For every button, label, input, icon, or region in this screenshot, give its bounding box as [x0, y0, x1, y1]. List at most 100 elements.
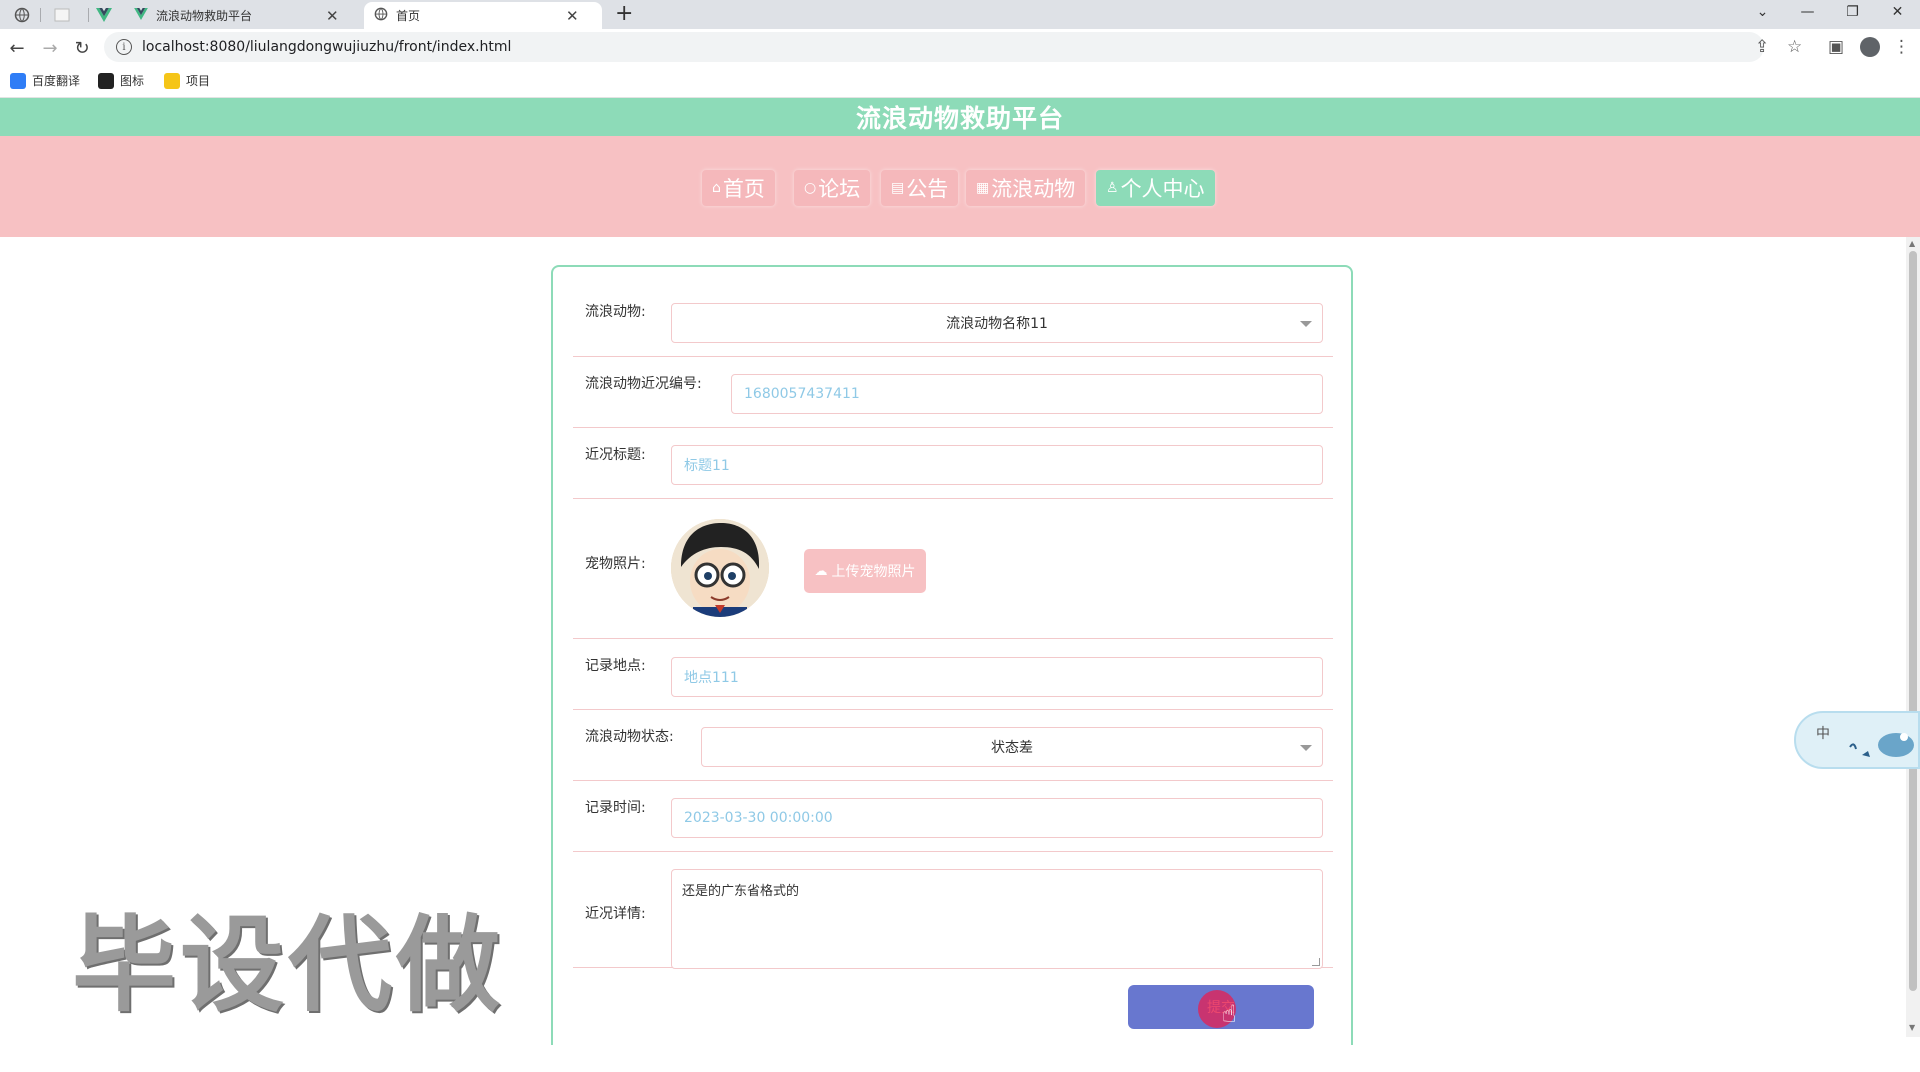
- bookmark-icons[interactable]: 图标: [98, 72, 144, 89]
- form-row-location: 记录地点: 地点111: [573, 639, 1333, 710]
- address-url: localhost:8080/liulangdongwujiuzhu/front…: [142, 39, 512, 55]
- bookmark-projects[interactable]: 项目: [164, 72, 210, 89]
- browser-toolbar: ← → ↻ i localhost:8080/liulangdongwujiuz…: [0, 29, 1920, 66]
- scroll-down-icon[interactable]: ▼: [1909, 1023, 1915, 1032]
- bookmarks-bar: 百度翻译 图标 项目: [0, 66, 1920, 98]
- form-row-time: 记录时间: 2023-03-30 00:00:00: [573, 781, 1333, 852]
- time-label: 记录时间:: [585, 800, 646, 816]
- scroll-thumb[interactable]: [1909, 251, 1917, 991]
- site-header: 流浪动物救助平台: [0, 98, 1920, 136]
- site-title: 流浪动物救助平台: [855, 104, 1064, 133]
- bookmark-label: 项目: [186, 74, 211, 88]
- menu-dots-icon[interactable]: ⋮: [1893, 37, 1910, 57]
- side-panel-icon[interactable]: ▣: [1828, 37, 1844, 57]
- form-row-title: 近况标题: 标题11: [573, 428, 1333, 499]
- vue-logo-icon: [134, 8, 148, 23]
- nav-label: 流浪动物: [991, 177, 1076, 201]
- vue-logo-icon[interactable]: [90, 4, 118, 26]
- profile-avatar[interactable]: [1860, 37, 1880, 57]
- nav-home[interactable]: ⌂ 首页: [702, 170, 775, 206]
- time-value: 2023-03-30 00:00:00: [684, 810, 833, 826]
- tab-search-icon[interactable]: ⌄: [1740, 0, 1785, 24]
- image-icon: [98, 72, 114, 89]
- status-select[interactable]: 状态差: [701, 727, 1323, 767]
- location-value: 地点111: [684, 670, 739, 686]
- reload-icon[interactable]: ↻: [69, 35, 95, 61]
- tab-title: 首页: [396, 9, 421, 23]
- back-icon[interactable]: ←: [4, 35, 30, 61]
- animal-select-value: 流浪动物名称11: [946, 316, 1048, 332]
- main-nav: ⌂ 首页 ○ 论坛 ▤ 公告 ▦ 流浪动物 ♙ 个人中心: [0, 136, 1920, 237]
- nav-notice[interactable]: ▤ 公告: [881, 170, 959, 206]
- location-input[interactable]: 地点111: [671, 657, 1323, 697]
- ime-mascot-icon: [1849, 733, 1914, 757]
- watermark-text: 毕设代做: [72, 904, 505, 1026]
- pet-photo: [671, 519, 769, 617]
- detail-label: 近况详情:: [585, 906, 646, 922]
- time-input[interactable]: 2023-03-30 00:00:00: [671, 798, 1323, 838]
- home-icon: ⌂: [712, 180, 721, 196]
- nav-label: 首页: [722, 177, 765, 201]
- folder-icon: [164, 72, 180, 89]
- nav-personal-center[interactable]: ♙ 个人中心: [1096, 170, 1215, 206]
- title-input[interactable]: 标题11: [671, 445, 1323, 485]
- code-value: 1680057437411: [744, 386, 860, 402]
- close-icon[interactable]: ✕: [326, 7, 339, 25]
- title-value: 标题11: [684, 458, 730, 474]
- title-label: 近况标题:: [585, 447, 646, 463]
- globe-icon: [374, 7, 388, 24]
- form-row-detail: 近况详情: 还是的广东省格式的: [573, 852, 1333, 969]
- form-row-code: 流浪动物近况编号: 1680057437411: [573, 357, 1333, 428]
- form-row-status: 流浪动物状态: 状态差: [573, 710, 1333, 781]
- hand-cursor-icon: ☝: [1222, 1000, 1237, 1028]
- minimize-icon[interactable]: —: [1785, 0, 1830, 24]
- animal-select[interactable]: 流浪动物名称11: [671, 303, 1323, 343]
- nav-stray-animals[interactable]: ▦ 流浪动物: [966, 170, 1086, 206]
- animal-label: 流浪动物:: [585, 304, 646, 320]
- detail-textarea[interactable]: 还是的广东省格式的: [671, 869, 1323, 969]
- close-icon[interactable]: ✕: [566, 7, 579, 25]
- translate-icon: [10, 72, 26, 89]
- location-label: 记录地点:: [585, 658, 646, 674]
- tab-home[interactable]: 首页 ✕: [364, 2, 602, 29]
- nav-forum[interactable]: ○ 论坛: [794, 170, 871, 206]
- status-label: 流浪动物状态:: [585, 729, 674, 745]
- bookmark-label: 百度翻译: [32, 74, 81, 88]
- info-icon[interactable]: i: [116, 39, 132, 55]
- code-label: 流浪动物近况编号:: [585, 376, 702, 392]
- notice-icon: ▤: [891, 180, 905, 196]
- new-tab-button[interactable]: +: [615, 1, 633, 26]
- bookmark-baidu-translate[interactable]: 百度翻译: [10, 72, 80, 89]
- close-window-icon[interactable]: ✕: [1875, 0, 1920, 24]
- ime-widget[interactable]: 中: [1794, 711, 1920, 769]
- bookmark-star-icon[interactable]: ☆: [1787, 37, 1802, 57]
- tab-title: 流浪动物救助平台: [156, 9, 253, 23]
- nav-label: 个人中心: [1120, 177, 1205, 201]
- share-icon[interactable]: ⇪: [1755, 37, 1769, 57]
- browser-tabstrip: 流浪动物救助平台 ✕ 首页 ✕ + ⌄ — ❐ ✕: [0, 0, 1920, 29]
- chevron-down-icon: [1300, 321, 1312, 327]
- grid-icon: ▦: [976, 180, 990, 196]
- globe-icon[interactable]: [8, 4, 36, 26]
- tab-platform[interactable]: 流浪动物救助平台 ✕: [124, 2, 360, 29]
- detail-value: 还是的广东省格式的: [682, 884, 800, 899]
- status-select-value: 状态差: [991, 740, 1033, 756]
- scroll-up-icon[interactable]: ▲: [1909, 239, 1915, 248]
- bookmark-label: 图标: [120, 74, 145, 88]
- upload-label: 上传宠物照片: [831, 564, 916, 580]
- cloud-upload-icon: ☁: [814, 563, 828, 579]
- chevron-down-icon: [1300, 745, 1312, 751]
- address-bar[interactable]: i localhost:8080/liulangdongwujiuzhu/fro…: [104, 32, 1764, 62]
- page-scrollbar[interactable]: ▲ ▼: [1906, 237, 1920, 1037]
- resize-handle[interactable]: [1312, 958, 1320, 966]
- restore-icon[interactable]: ❐: [1830, 0, 1875, 24]
- nav-label: 公告: [906, 177, 949, 201]
- tab-separator: [40, 8, 41, 22]
- code-input[interactable]: 1680057437411: [731, 374, 1323, 414]
- tab-separator: [88, 8, 89, 22]
- forward-icon[interactable]: →: [37, 35, 63, 61]
- blank-page-icon[interactable]: [48, 4, 76, 26]
- chat-icon: ○: [804, 180, 817, 196]
- ime-label: 中: [1816, 726, 1830, 742]
- upload-photo-button[interactable]: ☁ 上传宠物照片: [804, 549, 926, 593]
